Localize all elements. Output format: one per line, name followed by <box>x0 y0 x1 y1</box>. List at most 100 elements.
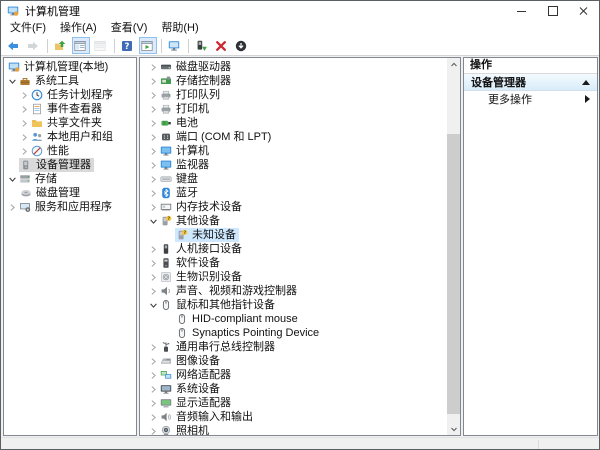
tree-item[interactable]: Synaptics Pointing Device <box>140 326 460 340</box>
scrollbar-down-button[interactable] <box>447 422 460 435</box>
scrollbar-thumb[interactable] <box>447 134 460 414</box>
tree-item[interactable]: 性能 <box>4 144 136 158</box>
chevron-right-icon[interactable] <box>148 398 159 409</box>
tree-item[interactable]: 显示适配器 <box>140 396 460 410</box>
tree-item[interactable]: 系统工具 <box>4 74 136 88</box>
chevron-right-icon[interactable] <box>148 258 159 269</box>
chevron-right-icon[interactable] <box>148 426 159 437</box>
chevron-right-icon[interactable] <box>148 118 159 129</box>
tree-item[interactable]: 图像设备 <box>140 354 460 368</box>
chevron-down-icon[interactable] <box>148 216 159 227</box>
scan-hardware-button[interactable] <box>166 37 184 54</box>
action-pane-toggle-button[interactable] <box>139 37 157 54</box>
properties-button[interactable] <box>92 37 110 54</box>
tree-item[interactable]: 存储控制器 <box>140 74 460 88</box>
tree-item[interactable]: 打印队列 <box>140 88 460 102</box>
chevron-right-icon[interactable] <box>148 370 159 381</box>
tree-item[interactable]: 声音、视频和游戏控制器 <box>140 284 460 298</box>
chevron-right-icon[interactable] <box>19 118 30 129</box>
tree-item[interactable]: 生物识别设备 <box>140 270 460 284</box>
chevron-down-icon[interactable] <box>7 174 18 185</box>
tree-item[interactable]: 计算机 <box>140 144 460 158</box>
actions-section-device-manager[interactable]: 设备管理器 <box>464 74 597 91</box>
menu-action[interactable]: 操作(A) <box>53 21 104 36</box>
navigate-forward-button[interactable] <box>25 37 43 54</box>
tree-item[interactable]: ?其他设备 <box>140 214 460 228</box>
chevron-right-icon[interactable] <box>148 146 159 157</box>
navigate-back-button[interactable] <box>5 37 23 54</box>
tree-item[interactable]: 端口 (COM 和 LPT) <box>140 130 460 144</box>
close-button[interactable] <box>568 1 599 21</box>
tree-item[interactable]: 本地用户和组 <box>4 130 136 144</box>
chevron-right-icon[interactable] <box>148 188 159 199</box>
chevron-right-icon[interactable] <box>148 76 159 87</box>
maximize-button[interactable] <box>537 1 568 21</box>
menu-help[interactable]: 帮助(H) <box>154 21 205 36</box>
chevron-right-icon[interactable] <box>19 104 30 115</box>
tree-item[interactable]: 共享文件夹 <box>4 116 136 130</box>
update-driver-button[interactable] <box>193 37 211 54</box>
tree-item-label: 磁盘驱动器 <box>175 60 232 74</box>
minimize-button[interactable] <box>506 1 537 21</box>
chevron-right-icon[interactable] <box>148 132 159 143</box>
tree-item[interactable]: 存储 <box>4 172 136 186</box>
tree-item[interactable]: 计算机管理(本地) <box>4 60 136 74</box>
chevron-right-icon[interactable] <box>148 342 159 353</box>
tree-item[interactable]: 磁盘管理 <box>4 186 136 200</box>
chevron-right-icon[interactable] <box>148 174 159 185</box>
tree-item[interactable]: 软件设备 <box>140 256 460 270</box>
tree-item[interactable]: 网络适配器 <box>140 368 460 382</box>
tree-item[interactable]: 蓝牙 <box>140 186 460 200</box>
chevron-right-icon[interactable] <box>19 146 30 157</box>
chevron-down-icon[interactable] <box>148 300 159 311</box>
tree-item[interactable]: 鼠标和其他指针设备 <box>140 298 460 312</box>
chevron-right-icon[interactable] <box>148 384 159 395</box>
chevron-down-icon[interactable] <box>7 76 18 87</box>
tree-item[interactable]: 事件查看器 <box>4 102 136 116</box>
tree-item-label: 内存技术设备 <box>175 200 243 214</box>
console-tree-toggle-button[interactable] <box>72 37 90 54</box>
tree-item[interactable]: 系统设备 <box>140 382 460 396</box>
tree-item[interactable]: 监视器 <box>140 158 460 172</box>
folder-up-icon <box>54 40 66 52</box>
computer-icon <box>160 145 172 157</box>
help-button[interactable]: ? <box>119 37 137 54</box>
tree-item[interactable]: 人机接口设备 <box>140 242 460 256</box>
tree-item[interactable]: 服务和应用程序 <box>4 200 136 214</box>
chevron-right-icon[interactable] <box>148 160 159 171</box>
tree-item-label: Synaptics Pointing Device <box>191 326 320 340</box>
tree-item[interactable]: HID-compliant mouse <box>140 312 460 326</box>
menu-file[interactable]: 文件(F) <box>3 21 53 36</box>
chevron-right-icon[interactable] <box>148 244 159 255</box>
chevron-right-icon[interactable] <box>7 202 18 213</box>
more-actions-item[interactable]: 更多操作 <box>464 91 597 107</box>
chevron-right-icon[interactable] <box>19 132 30 143</box>
tree-item[interactable]: 键盘 <box>140 172 460 186</box>
folder-up-button[interactable] <box>52 37 70 54</box>
tree-item[interactable]: 设备管理器 <box>4 158 136 172</box>
tree-item[interactable]: 内存技术设备 <box>140 200 460 214</box>
tree-item[interactable]: 电池 <box>140 116 460 130</box>
chevron-right-icon[interactable] <box>148 62 159 73</box>
disable-device-button[interactable] <box>233 37 251 54</box>
tree-item[interactable]: 照相机 <box>140 424 460 436</box>
tree-item[interactable]: 音频输入和输出 <box>140 410 460 424</box>
chevron-right-icon[interactable] <box>148 104 159 115</box>
menu-view[interactable]: 查看(V) <box>104 21 155 36</box>
chevron-right-icon[interactable] <box>148 412 159 423</box>
chevron-right-icon[interactable] <box>148 286 159 297</box>
chevron-right-icon[interactable] <box>148 356 159 367</box>
tree-item[interactable]: 打印机 <box>140 102 460 116</box>
chevron-right-icon[interactable] <box>148 272 159 283</box>
tree-item[interactable]: 磁盘驱动器 <box>140 60 460 74</box>
vertical-scrollbar[interactable] <box>447 58 460 435</box>
chevron-right-icon[interactable] <box>19 90 30 101</box>
tree-item[interactable]: 任务计划程序 <box>4 88 136 102</box>
uninstall-device-button[interactable] <box>213 37 231 54</box>
scrollbar-up-button[interactable] <box>447 58 460 71</box>
tree-item[interactable]: 通用串行总线控制器 <box>140 340 460 354</box>
collapse-section-icon[interactable] <box>582 80 590 85</box>
tree-item[interactable]: ?未知设备 <box>140 228 460 242</box>
chevron-right-icon[interactable] <box>148 202 159 213</box>
chevron-right-icon[interactable] <box>148 90 159 101</box>
